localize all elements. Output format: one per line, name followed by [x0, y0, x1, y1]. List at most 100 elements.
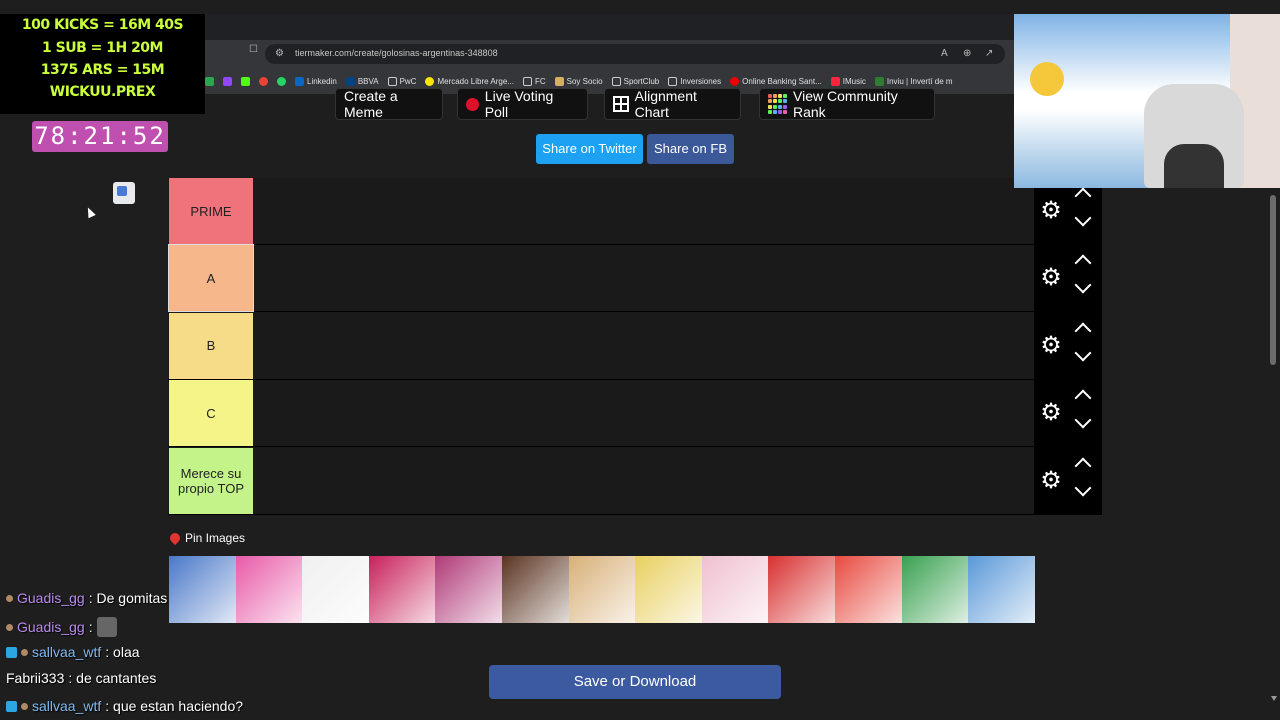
live-voting-poll-button[interactable]: Live Voting Poll — [457, 88, 588, 120]
scroll-down-arrow-icon[interactable] — [1271, 696, 1277, 701]
tier-control-row: ⚙ — [1034, 313, 1102, 380]
chevron-up-icon[interactable] — [1074, 389, 1092, 407]
zoom-icon[interactable]: ⊕ — [963, 47, 971, 61]
tier-row[interactable]: B — [168, 312, 1034, 380]
grid-icon — [613, 96, 629, 112]
chevron-up-icon[interactable] — [1074, 457, 1092, 475]
tier-control-row: ⚙ — [1034, 245, 1102, 312]
candy-image[interactable] — [968, 556, 1035, 623]
share-twitter-button[interactable]: Share on Twitter — [536, 134, 643, 164]
chevron-up-icon[interactable] — [1074, 187, 1092, 205]
bookmark-star-icon[interactable]: ☐ — [249, 43, 258, 57]
tier-label[interactable]: PRIME — [169, 178, 253, 244]
bookmark-item[interactable] — [223, 76, 232, 86]
candy-image[interactable] — [901, 556, 969, 623]
site-info-icon[interactable]: ⚙ — [275, 47, 284, 61]
chat-username[interactable]: Guadis_gg — [17, 590, 85, 606]
tier-row[interactable]: A — [168, 244, 1034, 313]
candy-image[interactable] — [701, 556, 769, 623]
candy-image[interactable] — [834, 556, 902, 623]
chevron-down-icon[interactable] — [1074, 344, 1092, 362]
translate-icon[interactable] — [113, 182, 135, 204]
tier-label[interactable]: Merece su propio TOP — [169, 447, 253, 514]
mercadolibre-icon — [425, 76, 435, 86]
candy-image[interactable] — [169, 556, 236, 623]
candy-image[interactable] — [635, 556, 702, 623]
bookmark-mercadolibre[interactable]: Mercado Libre Arge... — [425, 76, 514, 86]
chat-username[interactable]: Fabrii333 — [6, 670, 64, 686]
bbva-icon — [345, 76, 355, 86]
webcam-feed — [1014, 14, 1280, 188]
candy-image[interactable] — [568, 556, 636, 623]
candy-image[interactable] — [435, 556, 502, 623]
save-download-button[interactable]: Save or Download — [489, 665, 781, 699]
bookmark-inversiones[interactable]: Inversiones — [668, 76, 721, 86]
url-text: tiermaker.com/create/golosinas-argentina… — [295, 48, 498, 58]
bookmark-imusic[interactable]: IMusic — [830, 76, 866, 86]
bookmark-santander[interactable]: Online Banking Sant... — [730, 76, 822, 86]
tier-row[interactable]: Merece su propio TOP — [168, 447, 1034, 515]
gear-icon[interactable]: ⚙ — [1040, 333, 1062, 357]
candy-image[interactable] — [368, 556, 436, 623]
ars-goal-text: 1375 ARS = 15M — [40, 62, 165, 78]
bookmark-inviu[interactable]: Inviu | Invertí de m — [874, 76, 953, 86]
chevron-down-icon[interactable] — [1074, 479, 1092, 497]
bookmark-pwc[interactable]: PwC — [387, 76, 416, 86]
tier-row[interactable]: C — [168, 380, 1034, 448]
chat-message: Guadis_gg: — [6, 617, 117, 637]
tier-control-row: ⚙ — [1034, 380, 1102, 447]
gear-icon[interactable]: ⚙ — [1040, 468, 1062, 492]
view-community-rank-button[interactable]: View Community Rank — [759, 88, 935, 120]
pin-images-toggle[interactable]: Pin Images — [167, 530, 245, 546]
share-fb-button[interactable]: Share on FB — [647, 134, 734, 164]
folder-icon — [387, 76, 397, 86]
candy-image[interactable] — [501, 556, 569, 623]
chevron-up-icon[interactable] — [1074, 254, 1092, 272]
alignment-chart-button[interactable]: Alignment Chart — [604, 88, 741, 120]
address-bar[interactable]: ⚙ tiermaker.com/create/golosinas-argenti… — [265, 44, 1005, 64]
chat-username[interactable]: Guadis_gg — [17, 619, 85, 635]
translate-page-icon[interactable]: A — [941, 47, 948, 61]
bookmark-bbva[interactable]: BBVA — [345, 76, 379, 86]
flag-sun-icon — [1030, 62, 1064, 96]
share-icon[interactable]: ↗ — [985, 47, 993, 61]
kicks-goal-text: 100 KICKS = 16M 40S — [21, 17, 184, 33]
tier-label[interactable]: A — [168, 244, 254, 313]
candy-image[interactable] — [768, 556, 835, 623]
bookmark-sportclub[interactable]: SportClub — [611, 76, 659, 86]
browser-chrome: ☐ ⚙ tiermaker.com/create/golosinas-argen… — [205, 14, 1015, 94]
page-scrollbar[interactable] — [1270, 195, 1276, 365]
create-meme-button[interactable]: Create a Meme — [335, 88, 443, 120]
chevron-down-icon[interactable] — [1074, 411, 1092, 429]
tier-controls: ⚙ ⚙ ⚙ ⚙ ⚙ — [1034, 178, 1102, 515]
chat-message: sallvaa_wtf: que estan haciendo? — [6, 698, 243, 714]
gear-icon[interactable]: ⚙ — [1040, 401, 1062, 425]
chat-text: : que estan haciendo? — [105, 698, 244, 714]
bookmark-item[interactable] — [277, 76, 286, 86]
user-badge-icon — [21, 648, 28, 656]
chevron-down-icon[interactable] — [1074, 209, 1092, 227]
bookmark-item[interactable] — [241, 76, 250, 86]
chevron-down-icon[interactable] — [1074, 276, 1092, 294]
chat-username[interactable]: sallvaa_wtf — [32, 644, 101, 660]
gear-icon[interactable]: ⚙ — [1040, 199, 1062, 223]
bookmark-linkedin[interactable]: Linkedin — [295, 76, 337, 86]
bookmark-soy-socio[interactable]: Soy Socio — [554, 76, 603, 86]
candy-image[interactable] — [235, 556, 303, 623]
extension-icon — [223, 76, 232, 86]
google-icon — [259, 76, 268, 86]
tier-row[interactable]: PRIME — [168, 178, 1034, 245]
chat-message: Fabrii333: de cantantes — [6, 670, 156, 686]
tier-label[interactable]: C — [169, 380, 253, 447]
bookmark-item[interactable] — [259, 76, 268, 86]
candy-image[interactable] — [302, 556, 369, 623]
badge-icon — [6, 700, 17, 712]
gear-icon[interactable]: ⚙ — [1040, 266, 1062, 290]
tier-list: PRIME A B C Merece su propio TOP — [168, 178, 1034, 515]
chevron-up-icon[interactable] — [1074, 322, 1092, 340]
bookmark-item[interactable] — [205, 76, 214, 86]
bookmark-fc[interactable]: FC — [522, 76, 546, 86]
stream-goals-overlay: 100 KICKS = 16M 40S 1 SUB = 1H 20M 1375 … — [0, 14, 205, 114]
tier-label[interactable]: B — [169, 312, 253, 379]
chat-username[interactable]: sallvaa_wtf — [32, 698, 101, 714]
